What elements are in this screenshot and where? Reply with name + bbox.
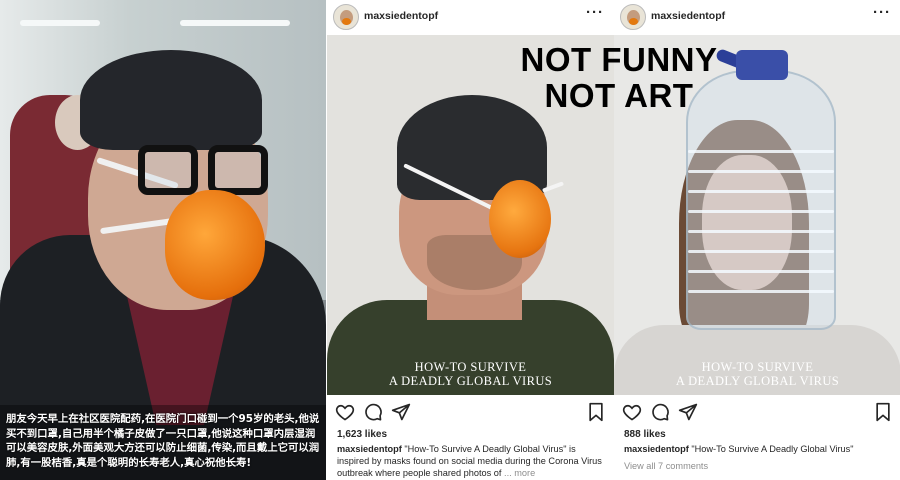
comment-icon[interactable]: [363, 402, 383, 422]
photo-title-line1: HOW-TO SURVIVE: [701, 360, 814, 374]
headline-line1: NOT FUNNY: [520, 41, 718, 78]
share-icon[interactable]: [678, 402, 698, 422]
post-caption: maxsiedentopf "How-To Survive A Deadly G…: [624, 444, 894, 456]
heart-icon[interactable]: [622, 402, 642, 422]
photo-title-line2: A DEADLY GLOBAL VIRUS: [388, 374, 553, 388]
caption-text: "How-To Survive A Deadly Global Virus": [688, 444, 854, 454]
ceiling-light: [180, 20, 290, 26]
post-username[interactable]: maxsiedentopf: [651, 10, 725, 22]
orange-peel-mask: [165, 190, 265, 300]
avatar[interactable]: [620, 4, 646, 30]
more-icon[interactable]: ···: [586, 4, 604, 21]
post-caption: maxsiedentopf "How-To Survive A Deadly G…: [337, 444, 607, 479]
left-photo: 朋友今天早上在社区医院配药,在医院门口碰到一个95岁的老头,他说买不到口罩,自己…: [0, 0, 326, 480]
caption-username[interactable]: maxsiedentopf: [337, 444, 402, 454]
ceiling-light: [20, 20, 100, 26]
share-icon[interactable]: [391, 402, 411, 422]
heart-icon[interactable]: [335, 402, 355, 422]
likes-count[interactable]: 1,623 likes: [337, 429, 387, 440]
caption-more-link[interactable]: ... more: [504, 468, 535, 478]
post-username[interactable]: maxsiedentopf: [364, 10, 438, 22]
headline-overlay: NOT FUNNY NOT ART: [514, 42, 724, 114]
avatar[interactable]: [333, 4, 359, 30]
bookmark-icon[interactable]: [587, 402, 605, 422]
caption-username[interactable]: maxsiedentopf: [624, 444, 689, 454]
glasses-right-lens: [208, 145, 268, 195]
bookmark-icon[interactable]: [874, 402, 892, 422]
post-header: maxsiedentopf ···: [614, 0, 900, 34]
bottle-rib: [688, 250, 834, 253]
bottle-rib: [688, 190, 834, 193]
post-actions: [327, 400, 614, 424]
view-all-comments-link[interactable]: View all 7 comments: [624, 461, 708, 471]
photo-title-line1: HOW-TO SURVIVE: [414, 360, 527, 374]
bottle-rib: [688, 170, 834, 173]
bottle-rib: [688, 290, 834, 293]
bottle-cap: [736, 50, 788, 80]
bottle-rib: [688, 230, 834, 233]
chinese-caption: 朋友今天早上在社区医院配药,在医院门口碰到一个95岁的老头,他说买不到口罩,自己…: [6, 413, 320, 469]
bottle-rib: [688, 270, 834, 273]
glasses-left-lens: [138, 145, 198, 195]
bottle-rib: [688, 150, 834, 153]
more-icon[interactable]: ···: [873, 4, 891, 21]
post-actions: [614, 400, 900, 424]
photo-title-line2: A DEADLY GLOBAL VIRUS: [675, 374, 840, 388]
headline-line2: NOT ART: [544, 77, 694, 114]
bottle-rib: [688, 210, 834, 213]
knit-hat: [80, 50, 262, 150]
comment-icon[interactable]: [650, 402, 670, 422]
likes-count[interactable]: 888 likes: [624, 429, 666, 440]
orange-mask: [489, 180, 551, 258]
post-header: maxsiedentopf ···: [327, 0, 614, 34]
